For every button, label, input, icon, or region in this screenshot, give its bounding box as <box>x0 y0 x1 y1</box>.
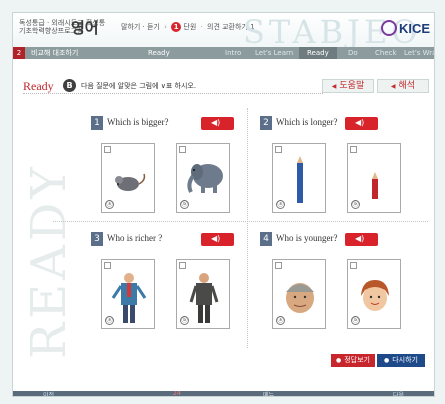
breadcrumb: 말하기 · 듣기 › 1 단원 · 의견 교환하기 1 <box>121 22 255 32</box>
option-b[interactable]: ⓑ <box>180 200 189 209</box>
breadcrumb-separator: · <box>200 23 203 31</box>
checkbox[interactable] <box>104 262 111 269</box>
kice-logo-icon <box>380 20 397 36</box>
footer-bar: 이전 24 메뉴 다음 <box>13 391 434 397</box>
checkbox[interactable] <box>179 262 186 269</box>
long-pencil-icon <box>297 156 303 203</box>
page-number: 24 <box>173 391 181 397</box>
breadcrumb-item[interactable]: 말하기 · 듣기 <box>121 23 160 31</box>
option-a[interactable]: ⓐ <box>105 200 114 209</box>
question-number: 1 <box>91 116 103 130</box>
speaker-icon[interactable] <box>345 117 378 130</box>
option-b[interactable]: ⓑ <box>351 316 360 325</box>
short-pencil-icon <box>372 172 378 199</box>
answer-card[interactable]: ⓑ <box>176 259 230 329</box>
next-button[interactable]: 다음 <box>393 391 404 396</box>
translation-button[interactable]: 해석 <box>377 79 429 93</box>
nav-item-check[interactable]: Check <box>375 47 397 59</box>
lesson-number: 2 <box>13 47 25 59</box>
breadcrumb-item[interactable]: 단원 <box>183 23 196 31</box>
elephant-icon <box>187 164 223 193</box>
retry-button[interactable]: 다시하기 <box>377 354 425 367</box>
unit-number-badge: 1 <box>171 22 182 32</box>
checkbox[interactable] <box>350 146 357 153</box>
checkbox[interactable] <box>275 146 282 153</box>
option-b[interactable]: ⓑ <box>351 200 360 209</box>
checkbox[interactable] <box>275 262 282 269</box>
nav-item-wrap-up[interactable]: Let's Wrap it Up <box>404 47 434 59</box>
answer-card[interactable]: ⓐ <box>101 143 155 213</box>
speaker-icon[interactable] <box>201 117 234 130</box>
question-text: Which is longer? <box>276 117 338 127</box>
question-text: Who is younger? <box>276 233 338 243</box>
header: 독성통급 · 외래시도교 확성통 기초학력향상프로그램 영어 말하기 · 듣기 … <box>13 13 434 51</box>
sidebar-watermark: READY <box>21 163 77 360</box>
nav-item-ready[interactable]: Ready <box>148 47 170 59</box>
question-text: Which is bigger? <box>107 117 169 127</box>
menu-button[interactable]: 메뉴 <box>263 391 274 396</box>
horizontal-divider <box>53 221 428 222</box>
nav-bar: 2 비교해 대조하기 Ready Intro Let's Learn Ready… <box>13 47 434 59</box>
answer-card[interactable]: ⓑ <box>176 143 230 213</box>
nav-item-lets-learn[interactable]: Let's Learn <box>255 47 293 59</box>
option-a[interactable]: ⓐ <box>105 316 114 325</box>
nav-item-intro[interactable]: Intro <box>225 47 241 59</box>
vertical-divider <box>247 108 248 348</box>
option-a[interactable]: ⓐ <box>276 200 285 209</box>
prev-button[interactable]: 이전 <box>43 391 54 396</box>
instruction-text: 다음 질문에 알맞은 그림에 ∨표 하시오. <box>81 82 197 90</box>
section-label: Ready <box>23 79 54 93</box>
answer-card[interactable]: ⓐ <box>272 259 326 329</box>
checkbox[interactable] <box>179 146 186 153</box>
nav-item-ready-active[interactable]: Ready <box>299 47 337 59</box>
old-woman-icon <box>286 283 314 313</box>
question-number: 2 <box>260 116 272 130</box>
answer-card[interactable]: ⓐ <box>101 259 155 329</box>
speaker-icon[interactable] <box>345 233 378 246</box>
young-girl-icon <box>361 280 389 311</box>
nav-item-do[interactable]: Do <box>348 47 358 59</box>
mouse-icon <box>115 173 146 191</box>
kice-logo-text: KICE <box>398 20 430 36</box>
checkbox[interactable] <box>350 262 357 269</box>
answer-card[interactable]: ⓐ <box>272 143 326 213</box>
option-a[interactable]: ⓐ <box>276 316 285 325</box>
question-text: Who is richer ? <box>107 233 163 243</box>
help-button[interactable]: 도움말 <box>322 79 374 93</box>
question-number: 3 <box>91 232 103 246</box>
checkbox[interactable] <box>104 146 111 153</box>
kice-logo: KICE <box>380 19 430 37</box>
app-frame: 독성통급 · 외래시도교 확성통 기초학력향상프로그램 영어 말하기 · 듣기 … <box>12 12 435 397</box>
breadcrumb-separator: › <box>164 23 167 31</box>
lesson-title: 비교해 대조하기 <box>31 49 79 57</box>
answer-card[interactable]: ⓑ <box>347 143 401 213</box>
part-badge: B <box>63 79 76 92</box>
divider <box>23 93 323 94</box>
view-answer-button[interactable]: 정답보기 <box>331 354 375 367</box>
question-number: 4 <box>260 232 272 246</box>
subject-label: 영어 <box>71 19 99 37</box>
option-b[interactable]: ⓑ <box>180 316 189 325</box>
speaker-icon[interactable] <box>201 233 234 246</box>
answer-card[interactable]: ⓑ <box>347 259 401 329</box>
